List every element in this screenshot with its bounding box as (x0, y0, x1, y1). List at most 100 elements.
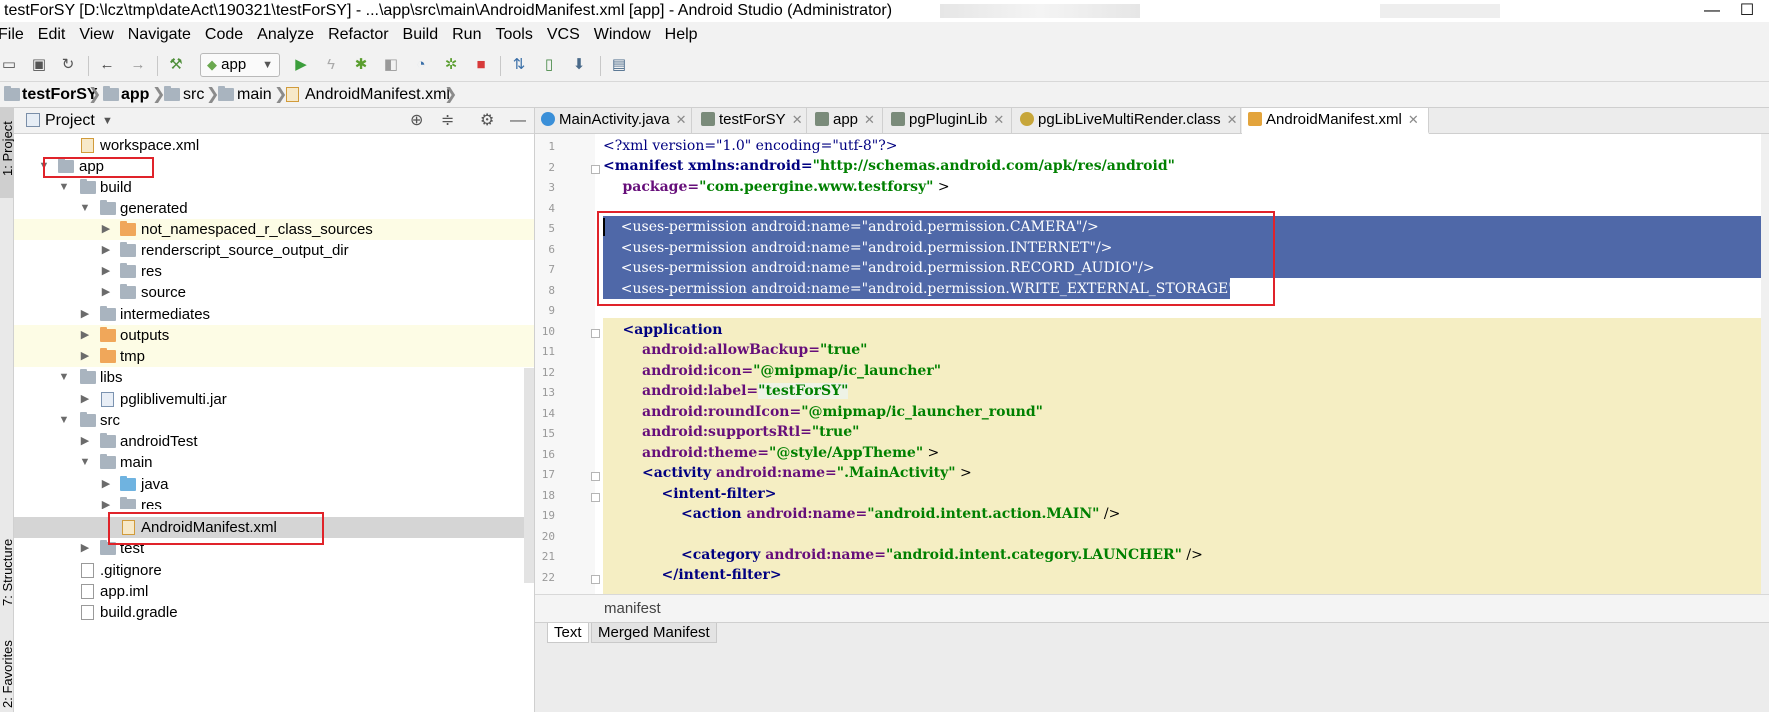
close-icon[interactable]: ✕ (792, 112, 803, 127)
back-icon[interactable]: ← (98, 56, 116, 74)
menu-help[interactable]: Help (665, 22, 698, 48)
collapsed-arrow-icon[interactable]: ▶ (79, 346, 91, 367)
tree-item[interactable]: ▶ res (14, 261, 534, 282)
xml-breadcrumb[interactable]: manifest (535, 594, 1769, 622)
code-line[interactable]: <manifest xmlns:android="http://schemas.… (603, 156, 1175, 176)
menu-edit[interactable]: Edit (38, 22, 66, 48)
code-line[interactable]: android:label="testForSY" (603, 381, 849, 401)
breadcrumb-src[interactable]: src (183, 82, 204, 108)
breadcrumb-main[interactable]: main (237, 82, 272, 108)
tab-androidmanifest[interactable]: AndroidManifest.xml ✕ (1242, 108, 1429, 134)
gear-icon[interactable]: ⚙ (480, 108, 494, 134)
tree-item[interactable]: ▶ outputs (14, 325, 534, 346)
tab-pgliblivemultirender[interactable]: pgLibLiveMultiRender.class ✕ (1014, 108, 1241, 134)
tree-item[interactable]: ▼ main (14, 452, 534, 473)
tree-item[interactable]: .gitignore (14, 560, 534, 581)
code-line[interactable]: package="com.peergine.www.testforsy" > (603, 177, 949, 197)
menu-tools[interactable]: Tools (495, 22, 532, 48)
collapsed-arrow-icon[interactable]: ▶ (79, 325, 91, 346)
code-line[interactable]: <activity android:name=".MainActivity" > (603, 463, 972, 483)
hide-panel-icon[interactable]: — (510, 108, 526, 134)
apply-changes-icon[interactable]: ϟ (322, 56, 340, 74)
collapsed-arrow-icon[interactable]: ▶ (100, 240, 112, 261)
tree-item[interactable]: app.iml (14, 581, 534, 602)
menu-analyze[interactable]: Analyze (257, 22, 314, 48)
attach-debugger-icon[interactable]: ◧ (382, 56, 400, 74)
maximize-button[interactable]: ☐ (1730, 0, 1764, 22)
collapsed-arrow-icon[interactable]: ▶ (79, 389, 91, 410)
profile-icon[interactable]: ◔ (412, 56, 430, 74)
save-icon[interactable]: ▣ (30, 56, 48, 74)
collapsed-arrow-icon[interactable]: ▶ (100, 495, 112, 509)
menu-refactor[interactable]: Refactor (328, 22, 388, 48)
sdk-manager-icon[interactable]: ⬇ (570, 56, 588, 74)
expand-arrow-icon[interactable]: ▼ (58, 367, 70, 388)
menu-vcs[interactable]: VCS (547, 22, 580, 48)
collapsed-arrow-icon[interactable]: ▶ (79, 431, 91, 452)
code-line[interactable]: android:theme="@style/AppTheme" > (603, 443, 939, 463)
tab-text[interactable]: Text (547, 623, 589, 643)
tree-item[interactable]: build.gradle (14, 602, 534, 623)
tree-item[interactable]: ▶ java (14, 474, 534, 495)
close-icon[interactable]: ✕ (993, 112, 1004, 127)
fold-marker-icon[interactable] (591, 493, 600, 502)
run-test-icon[interactable]: ✲ (442, 56, 460, 74)
tree-item[interactable]: ▼ build (14, 177, 534, 198)
close-icon[interactable]: ✕ (676, 112, 687, 127)
tree-item[interactable]: ▶ res (14, 495, 534, 509)
stop-icon[interactable]: ■ (472, 56, 490, 74)
expand-arrow-icon[interactable]: ▼ (79, 198, 91, 219)
menu-window[interactable]: Window (594, 22, 651, 48)
project-view-selector[interactable]: Project (45, 108, 95, 134)
breadcrumb-file[interactable]: AndroidManifest.xml (305, 82, 450, 108)
code-line[interactable]: <?xml version="1.0" encoding="utf-8"?> (603, 136, 897, 156)
close-icon[interactable]: ✕ (1227, 112, 1238, 127)
collapsed-arrow-icon[interactable]: ▶ (100, 261, 112, 282)
structure-tool-tab[interactable]: 7: Structure (0, 539, 15, 606)
tab-testforsy[interactable]: testForSY ✕ (695, 108, 807, 134)
collapsed-arrow-icon[interactable]: ▶ (79, 304, 91, 325)
collapse-all-icon[interactable]: ≑ (441, 108, 454, 134)
expand-arrow-icon[interactable]: ▼ (79, 452, 91, 473)
menu-run[interactable]: Run (452, 22, 481, 48)
menu-code[interactable]: Code (205, 22, 243, 48)
collapsed-arrow-icon[interactable]: ▶ (100, 219, 112, 240)
sync-gradle-icon[interactable]: ⇅ (510, 56, 528, 74)
tree-item[interactable]: ▶ source (14, 282, 534, 303)
chevron-down-icon[interactable]: ▼ (102, 108, 113, 134)
tab-mainactivity[interactable]: MainActivity.java ✕ (535, 108, 692, 134)
code-line[interactable]: <intent-filter> (603, 484, 776, 504)
close-icon[interactable]: ✕ (1408, 112, 1419, 127)
project-structure-icon[interactable]: ▤ (610, 56, 628, 74)
code-line[interactable]: android:icon="@mipmap/ic_launcher" (603, 361, 941, 381)
tree-item[interactable]: ▶ tmp (14, 346, 534, 367)
code-line[interactable]: </intent-filter> (603, 565, 781, 585)
expand-arrow-icon[interactable]: ▼ (58, 177, 70, 198)
editor-scrollbar[interactable] (1761, 134, 1769, 594)
minimize-button[interactable]: — (1695, 0, 1729, 22)
locate-icon[interactable]: ⊕ (410, 108, 423, 134)
run-icon[interactable]: ▶ (292, 56, 310, 74)
fold-marker-icon[interactable] (591, 472, 600, 481)
forward-icon[interactable]: → (129, 56, 147, 74)
breadcrumb-app[interactable]: app (121, 82, 149, 108)
collapsed-arrow-icon[interactable]: ▶ (79, 538, 91, 559)
menu-file[interactable]: File (0, 22, 24, 48)
open-icon[interactable]: ▭ (0, 56, 18, 74)
run-configuration-dropdown[interactable]: ◆ app ▼ (200, 53, 280, 77)
tab-pgpluginlib[interactable]: pgPluginLib ✕ (885, 108, 1012, 134)
expand-arrow-icon[interactable]: ▼ (58, 410, 70, 431)
breadcrumb-project[interactable]: testForSY (22, 82, 98, 108)
tree-item[interactable]: ▼ src (14, 410, 534, 431)
avd-manager-icon[interactable]: ▯ (540, 56, 558, 74)
code-line[interactable]: <application (603, 320, 722, 340)
tree-item[interactable]: ▼ generated (14, 198, 534, 219)
project-scrollbar[interactable] (524, 368, 534, 583)
project-tool-tab[interactable]: 1: Project (0, 108, 15, 198)
code-line[interactable]: android:allowBackup="true" (603, 340, 868, 360)
code-line[interactable]: android:supportsRtl="true" (603, 422, 859, 442)
tree-item[interactable]: ▼ libs (14, 367, 534, 388)
tab-app[interactable]: app ✕ (809, 108, 883, 134)
code-line[interactable]: <action android:name="android.intent.act… (603, 504, 1120, 524)
code-line[interactable]: android:roundIcon="@mipmap/ic_launcher_r… (603, 402, 1043, 422)
